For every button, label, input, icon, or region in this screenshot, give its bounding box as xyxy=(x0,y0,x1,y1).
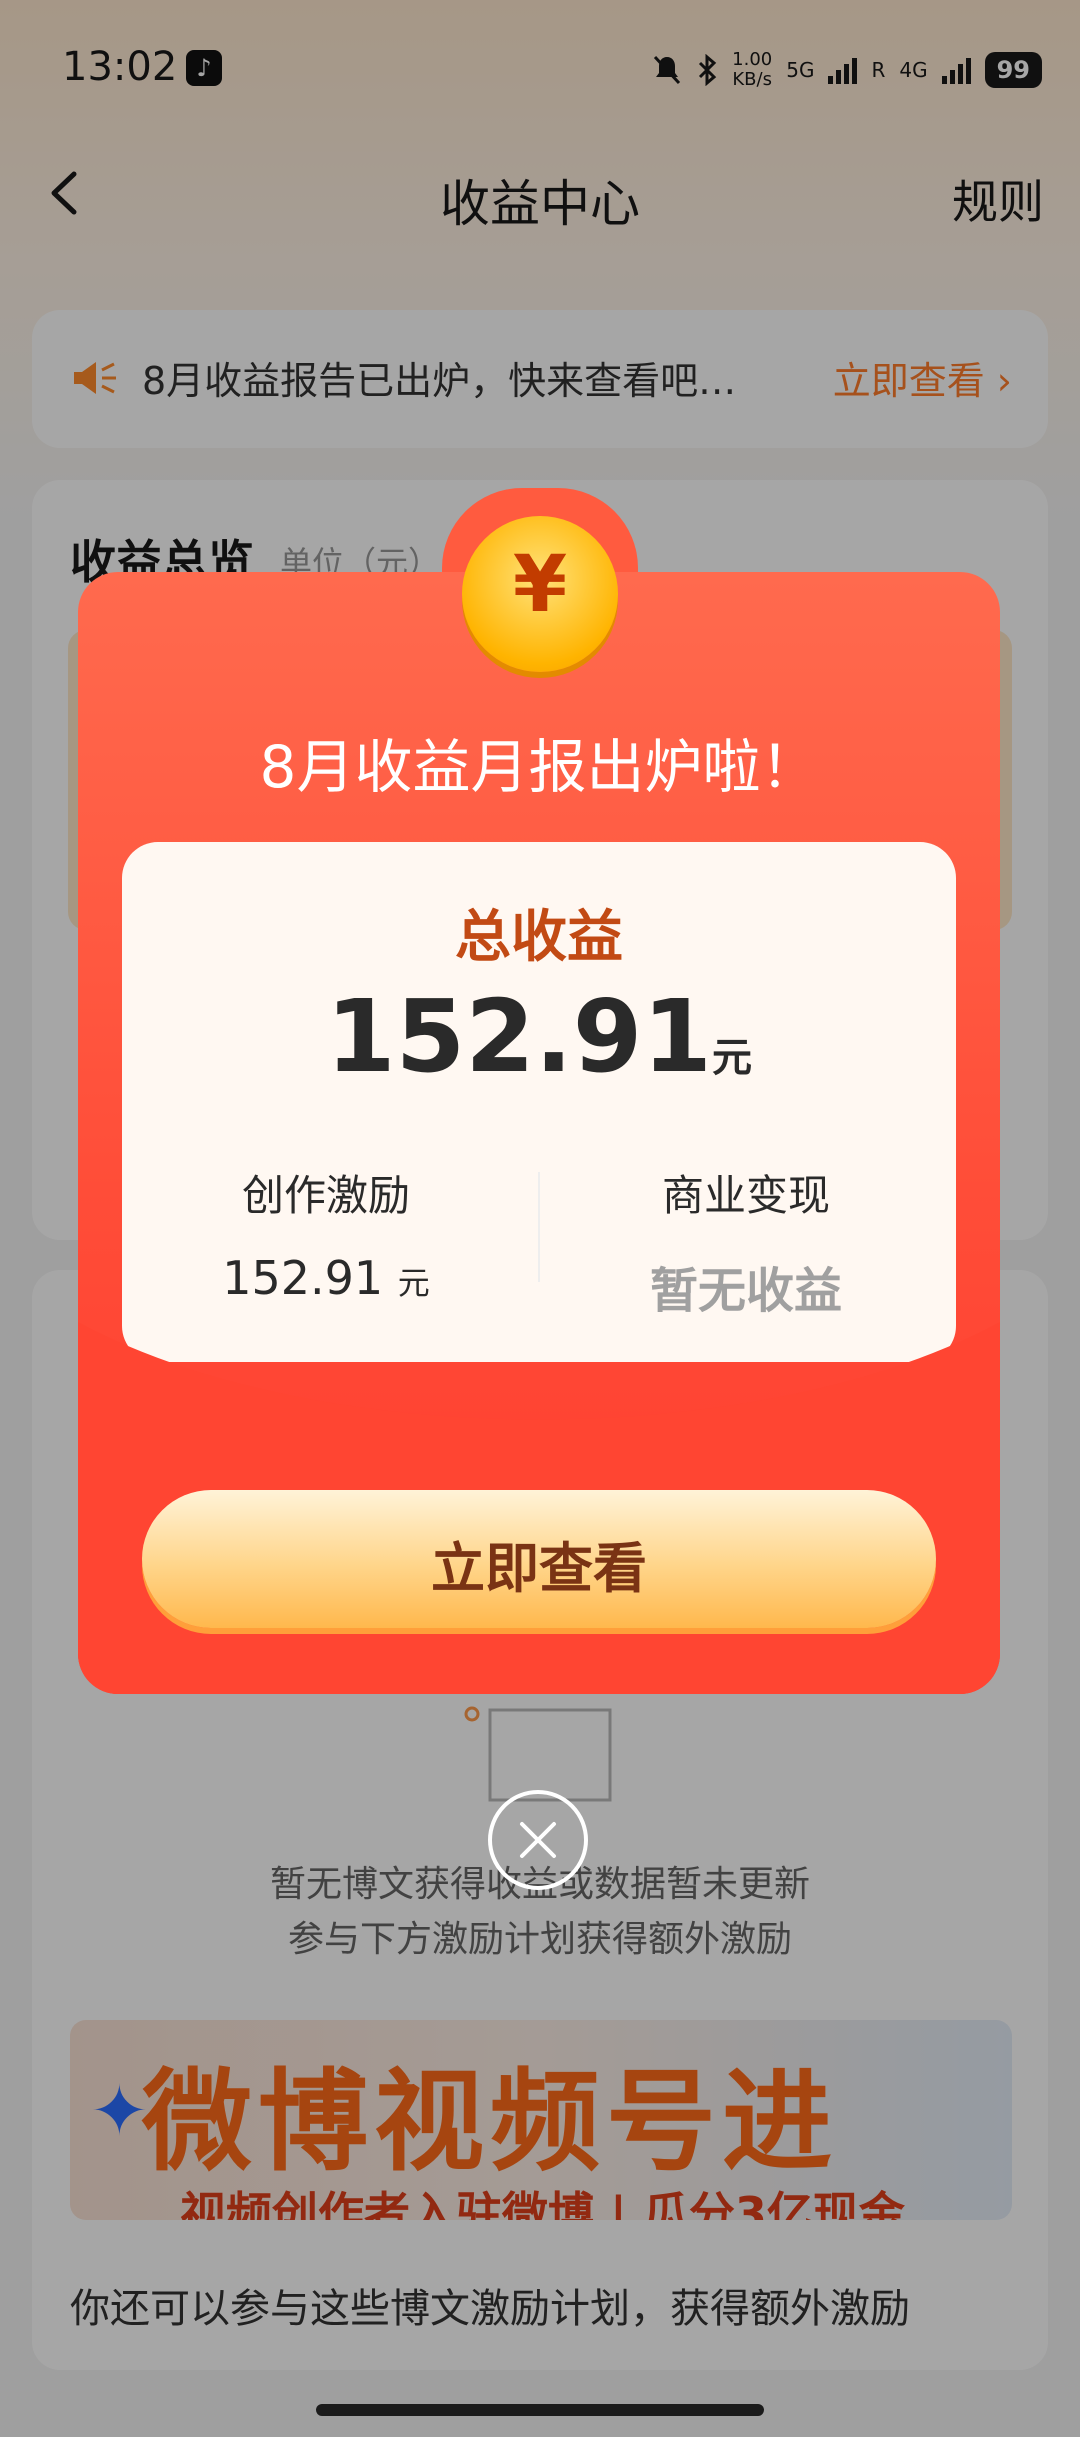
total-earnings-amount: 152.91元 xyxy=(122,978,956,1095)
total-earnings-value: 152.91 xyxy=(326,978,712,1095)
business-monetization-label: 商业变现 xyxy=(661,1171,830,1220)
view-now-button[interactable]: 立即查看 xyxy=(142,1490,936,1628)
total-earnings-label: 总收益 xyxy=(455,905,623,970)
view-now-button-label: 立即查看 xyxy=(431,1537,647,1600)
modal-headline: 8月收益月报出炉啦！ xyxy=(259,733,819,801)
column-divider xyxy=(538,1172,540,1282)
coin-symbol: ¥ xyxy=(512,540,568,630)
monthly-report-modal: 8月收益月报出炉啦！ 总收益 152.91元 创作激励 152.91 元 商业变… xyxy=(78,572,1000,1694)
total-earnings-unit: 元 xyxy=(711,1035,752,1081)
creation-incentive-label: 创作激励 xyxy=(241,1171,410,1220)
yuan-coin-icon: ¥ xyxy=(462,516,618,672)
close-icon[interactable] xyxy=(488,1790,588,1890)
modal-wave-front xyxy=(78,1322,1000,1694)
